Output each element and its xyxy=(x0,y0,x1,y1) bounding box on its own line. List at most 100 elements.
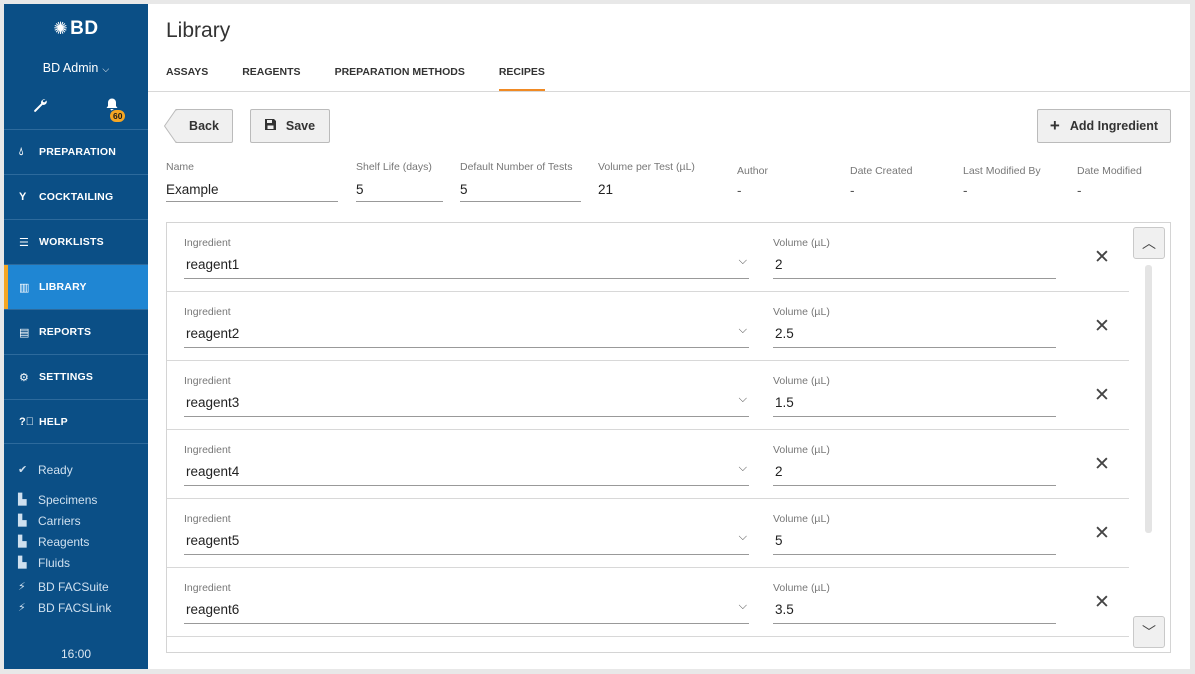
status-label: BD FACSuite xyxy=(38,579,109,594)
ingredient-select[interactable]: reagent4 ⌵ xyxy=(184,460,749,486)
volume-input[interactable]: 1.5 xyxy=(773,391,1056,417)
device-frame: ✺ BD BD Admin ⌵ 60 💧︎ PREPARATION Y COCKTAIL… xyxy=(0,0,1195,674)
book-icon: ▥ xyxy=(19,281,30,294)
chevron-down-icon: ⌵ xyxy=(102,64,110,74)
tab-reagents[interactable]: REAGENTS xyxy=(242,66,300,88)
ingredient-select[interactable]: reagent3 ⌵ xyxy=(184,391,749,417)
volume-input[interactable]: 5 xyxy=(773,529,1056,555)
volume-label: Volume (µL) xyxy=(773,444,830,456)
status-label: Carriers xyxy=(38,513,81,528)
bd-sun-icon: ✺ xyxy=(53,19,69,38)
save-label: Save xyxy=(285,119,316,133)
scroll-down-button[interactable]: ﹀ xyxy=(1133,616,1165,648)
ingredient-select[interactable]: reagent2 ⌵ xyxy=(184,322,749,348)
shelf-life-field[interactable]: Shelf Life (days) 5 xyxy=(356,161,443,202)
status-bars-icon: ▙ xyxy=(18,536,27,548)
ingredient-row: Ingredient reagent5 ⌵ Volume (µL) 5 ✕ xyxy=(167,499,1129,568)
ingredient-label: Ingredient xyxy=(184,375,231,387)
ingredient-list: Ingredient reagent1 ⌵ Volume (µL) 2 ✕ Ing… xyxy=(166,222,1171,653)
sidebar-item-label: WORKLISTS xyxy=(39,236,104,248)
volume-input[interactable]: 2.5 xyxy=(773,322,1056,348)
sidebar: ✺ BD BD Admin ⌵ 60 💧︎ PREPARATION Y COCKTAIL… xyxy=(4,4,148,669)
sidebar-item-settings[interactable]: ⚙ SETTINGS xyxy=(4,354,148,399)
add-ingredient-label: Add Ingredient xyxy=(1069,119,1159,133)
chevron-down-icon: ⌵ xyxy=(738,324,747,336)
plug-icon: ⚡ xyxy=(18,581,26,593)
default-tests-input[interactable]: 5 xyxy=(460,182,581,202)
save-button[interactable]: Save xyxy=(250,109,330,143)
default-tests-field[interactable]: Default Number of Tests 5 xyxy=(460,161,581,202)
volume-per-test-value: 21 xyxy=(598,182,614,197)
sidebar-nav: 💧︎ PREPARATION Y COCKTAILING ☰ WORKLISTS ▥ L… xyxy=(4,129,148,444)
ingredient-row: Ingredient reagent1 ⌵ Volume (µL) 2 ✕ xyxy=(167,223,1129,292)
date-created-field: Date Created - xyxy=(850,161,950,203)
author-field: Author - xyxy=(737,161,837,203)
ingredient-select[interactable]: reagent5 ⌵ xyxy=(184,529,749,555)
close-icon[interactable]: ✕ xyxy=(1094,246,1110,269)
clock: 16:00 xyxy=(60,647,92,661)
scrollbar-track[interactable] xyxy=(1145,265,1152,533)
tab-assays[interactable]: ASSAYS xyxy=(166,66,208,88)
close-icon[interactable]: ✕ xyxy=(1094,315,1110,338)
user-menu[interactable]: BD Admin ⌵ xyxy=(4,61,148,75)
volume-input[interactable]: 2 xyxy=(773,253,1056,279)
close-icon[interactable]: ✕ xyxy=(1094,453,1110,476)
ingredient-row: Ingredient reagent6 ⌵ Volume (µL) 3.5 ✕ xyxy=(167,568,1129,637)
plug-icon: ⚡ xyxy=(18,602,26,614)
recipe-fields: Name Example Shelf Life (days) 5 Default… xyxy=(166,161,1176,205)
tab-bar: ASSAYS REAGENTS PREPARATION METHODS RECI… xyxy=(166,66,579,92)
tab-preparation-methods[interactable]: PREPARATION METHODS xyxy=(335,66,465,88)
sidebar-item-label: LIBRARY xyxy=(39,281,87,293)
name-field[interactable]: Name Example xyxy=(166,161,338,202)
sidebar-item-cocktailing[interactable]: Y COCKTAILING xyxy=(4,174,148,219)
ingredient-label: Ingredient xyxy=(184,582,231,594)
close-icon[interactable]: ✕ xyxy=(1094,522,1110,545)
status-carriers[interactable]: ▙ Carriers xyxy=(18,510,111,531)
name-input[interactable]: Example xyxy=(166,182,338,202)
add-ingredient-button[interactable]: + Add Ingredient xyxy=(1037,109,1171,143)
chevron-up-icon: ︿ xyxy=(1142,235,1156,251)
status-facsuite[interactable]: ⚡ BD FACSuite xyxy=(18,576,111,597)
ingredient-label: Ingredient xyxy=(184,237,231,249)
volume-label: Volume (µL) xyxy=(773,237,830,249)
close-icon[interactable]: ✕ xyxy=(1094,384,1110,407)
volume-input[interactable]: 2 xyxy=(773,460,1056,486)
status-facslink[interactable]: ⚡ BD FACSLink xyxy=(18,597,111,618)
tab-recipes[interactable]: RECIPES xyxy=(498,66,546,92)
date-modified-field: Date Modified - xyxy=(1077,161,1177,203)
shelf-life-input[interactable]: 5 xyxy=(356,182,443,202)
sidebar-item-help[interactable]: ?⃝ HELP xyxy=(4,399,148,444)
volume-input[interactable]: 3.5 xyxy=(773,598,1056,624)
close-icon[interactable]: ✕ xyxy=(1094,591,1110,614)
sidebar-item-library[interactable]: ▥ LIBRARY xyxy=(4,264,148,309)
ingredient-label: Ingredient xyxy=(184,444,231,456)
status-label: BD FACSLink xyxy=(38,600,112,615)
floppy-disk-icon xyxy=(264,119,276,133)
ingredient-select[interactable]: reagent1 ⌵ xyxy=(184,253,749,279)
ingredient-select[interactable]: reagent6 ⌵ xyxy=(184,598,749,624)
author-value: - xyxy=(737,183,742,198)
back-button[interactable]: Back xyxy=(176,109,233,143)
last-modified-by-field: Last Modified By - xyxy=(963,161,1063,203)
status-reagents[interactable]: ▙ Reagents xyxy=(18,531,111,552)
date-created-value: - xyxy=(850,183,855,198)
sidebar-item-preparation[interactable]: 💧︎ PREPARATION xyxy=(4,129,148,174)
volume-per-test-field: Volume per Test (µL) 21 xyxy=(598,161,718,202)
ingredient-value: reagent4 xyxy=(186,464,240,479)
sidebar-item-reports[interactable]: ▤ REPORTS xyxy=(4,309,148,354)
shelf-life-label: Shelf Life (days) xyxy=(356,161,432,173)
sidebar-item-worklists[interactable]: ☰ WORKLISTS xyxy=(4,219,148,264)
status-specimens[interactable]: ▙ Specimens xyxy=(18,489,111,510)
status-bars-icon: ▙ xyxy=(18,557,27,569)
report-icon: ▤ xyxy=(19,326,30,339)
user-name: BD Admin xyxy=(42,61,99,75)
system-status: ✔ Ready ▙ Specimens ▙ Carriers ▙ Reagents ▙ F… xyxy=(18,459,111,618)
status-ready: ✔ Ready xyxy=(18,459,111,480)
volume-label: Volume (µL) xyxy=(773,582,830,594)
status-fluids[interactable]: ▙ Fluids xyxy=(18,552,111,573)
status-bars-icon: ▙ xyxy=(18,515,27,527)
author-label: Author xyxy=(737,165,768,177)
wrench-icon[interactable] xyxy=(32,97,48,118)
scroll-up-button[interactable]: ︿ xyxy=(1133,227,1165,259)
ingredient-row: Ingredient reagent3 ⌵ Volume (µL) 1.5 ✕ xyxy=(167,361,1129,430)
